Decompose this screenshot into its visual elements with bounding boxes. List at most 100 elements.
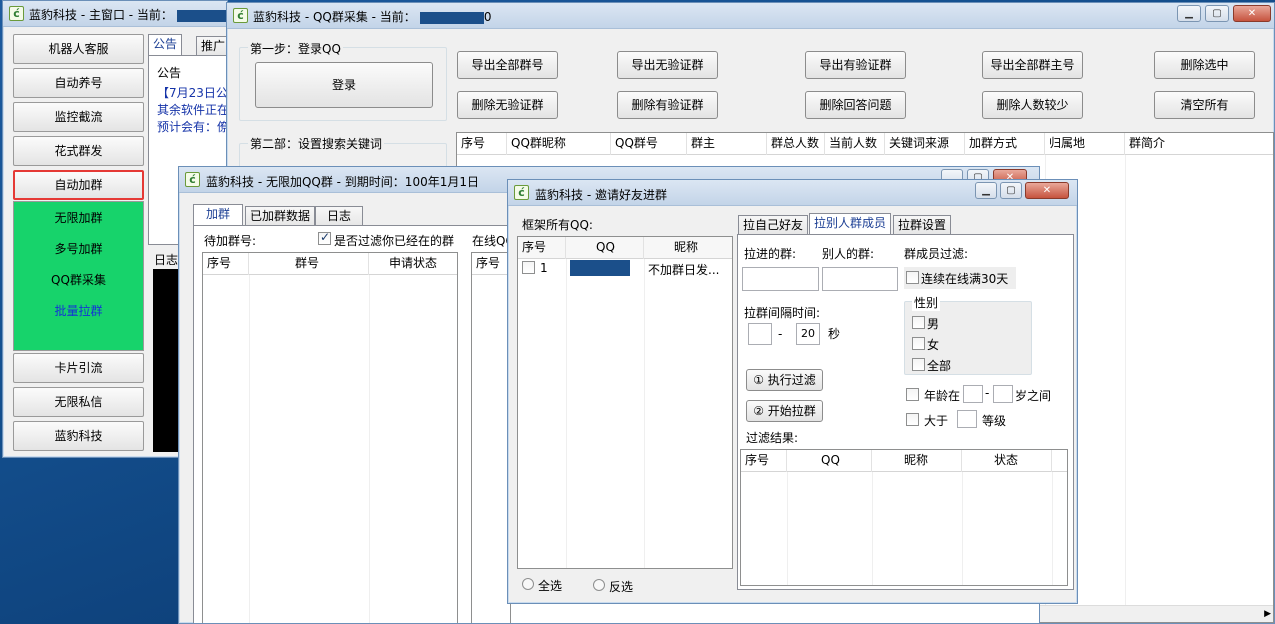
column-header[interactable]: 加群方式	[965, 133, 1045, 155]
interval-min-input[interactable]	[748, 323, 772, 345]
app-logo-icon: ć	[185, 172, 200, 187]
column-header[interactable]: QQ群号	[611, 133, 687, 155]
tab-pull-others-members[interactable]: 拉别人群成员	[809, 213, 892, 235]
maximize-icon[interactable]: ▢	[1000, 182, 1022, 199]
column-header[interactable]: QQ	[787, 450, 872, 472]
submenu-panel: 无限加群 多号加群 QQ群采集 批量拉群	[13, 201, 144, 351]
close-icon[interactable]: ✕	[1025, 182, 1069, 199]
frame-qq-table[interactable]: 序号 QQ 昵称 1 不加群日发...	[517, 236, 733, 569]
column-header[interactable]: 序号	[518, 237, 566, 259]
nav-robot-service[interactable]: 机器人客服	[13, 34, 144, 64]
tab-pull-own-friends[interactable]: 拉自己好友	[738, 215, 809, 235]
invert-radio[interactable]	[593, 579, 605, 591]
column-header[interactable]: QQ群昵称	[507, 133, 611, 155]
column-header[interactable]: 群主	[687, 133, 767, 155]
tab-notice[interactable]: 公告	[148, 34, 183, 55]
export-no-verify-button[interactable]: 导出无验证群	[617, 51, 718, 79]
close-icon[interactable]: ✕	[1233, 5, 1271, 22]
tab-log[interactable]: 日志	[315, 206, 363, 226]
column-header[interactable]: 群总人数	[767, 133, 825, 155]
pending-table[interactable]: 序号 群号 申请状态	[202, 252, 458, 623]
column-header[interactable]: 当前人数	[825, 133, 885, 155]
submenu-unlimited-join[interactable]: 无限加群	[14, 209, 143, 226]
column-header[interactable]: 序号	[457, 133, 507, 155]
column-header[interactable]: 昵称	[644, 237, 732, 259]
tab-pull-settings[interactable]: 拉群设置	[893, 215, 952, 235]
invite-window-titlebar[interactable]: ć 蓝豹科技 - 邀请好友进群 ▁ ▢ ✕	[508, 180, 1077, 206]
minimize-icon[interactable]: ▁	[1177, 5, 1201, 22]
nav-auto-nurture[interactable]: 自动养号	[13, 68, 144, 98]
select-all-radio[interactable]	[522, 578, 534, 590]
column-header[interactable]: 申请状态	[369, 253, 457, 275]
nav-fancy-broadcast[interactable]: 花式群发	[13, 136, 144, 166]
nav-auto-join-group[interactable]: 自动加群	[13, 170, 144, 200]
column-header[interactable]: 关键词来源	[885, 133, 965, 155]
other-group-input[interactable]	[822, 267, 898, 291]
delete-small-groups-button[interactable]: 删除人数较少	[982, 91, 1083, 119]
column-header[interactable]: 序号	[741, 450, 787, 472]
clear-all-button[interactable]: 清空所有	[1154, 91, 1255, 119]
delete-verify-button[interactable]: 删除有验证群	[617, 91, 718, 119]
column-divider	[566, 259, 567, 568]
submenu-batch-pull[interactable]: 批量拉群	[14, 302, 143, 319]
log-label: 日志	[154, 253, 179, 267]
level-input[interactable]	[957, 410, 977, 428]
column-header[interactable]: 序号	[472, 253, 510, 275]
age-checkbox[interactable]	[906, 388, 919, 401]
maximize-icon[interactable]: ▢	[1205, 5, 1229, 22]
submenu-multi-account-join[interactable]: 多号加群	[14, 240, 143, 257]
nav-lanbao-tech[interactable]: 蓝豹科技	[13, 421, 144, 451]
filter-joined-checkbox[interactable]	[318, 230, 331, 245]
gender-male-checkbox[interactable]	[912, 316, 925, 329]
online-qq-table[interactable]: 序号	[471, 252, 511, 623]
redacted-qq	[570, 260, 630, 276]
column-header[interactable]: 昵称	[872, 450, 962, 472]
result-table[interactable]: 序号 QQ 昵称 状态	[740, 449, 1068, 586]
export-all-groups-button[interactable]: 导出全部群号	[457, 51, 558, 79]
column-header[interactable]: 序号	[203, 253, 249, 275]
column-header[interactable]: 群号	[249, 253, 369, 275]
gender-all-checkbox[interactable]	[912, 358, 925, 371]
nav-monitor-intercept[interactable]: 监控截流	[13, 102, 144, 132]
column-divider	[787, 472, 788, 585]
column-header[interactable]: 群简介	[1125, 133, 1273, 155]
gender-female-checkbox[interactable]	[912, 337, 925, 350]
row-checkbox[interactable]	[522, 261, 535, 274]
level-checkbox[interactable]	[906, 413, 919, 426]
delete-no-verify-button[interactable]: 删除无验证群	[457, 91, 558, 119]
nav-unlimited-dm[interactable]: 无限私信	[13, 387, 144, 417]
delete-selected-button[interactable]: 删除选中	[1154, 51, 1255, 79]
start-pull-button[interactable]: ② 开始拉群	[746, 400, 823, 422]
level-prefix: 大于	[924, 414, 949, 428]
age-max-input[interactable]	[993, 385, 1013, 403]
export-all-owners-button[interactable]: 导出全部群主号	[982, 51, 1083, 79]
tab-promotion[interactable]: 推广	[196, 36, 227, 56]
export-verify-button[interactable]: 导出有验证群	[805, 51, 906, 79]
step2-label: 第二部：设置搜索关键词	[248, 135, 385, 152]
collect-window-titlebar[interactable]: ć 蓝豹科技 - QQ群采集 - 当前： 0 ▁ ▢ ✕	[227, 3, 1274, 29]
list-item[interactable]: 1 不加群日发...	[518, 259, 732, 277]
delete-answer-button[interactable]: 删除回答问题	[805, 91, 906, 119]
column-header[interactable]: QQ	[566, 237, 644, 259]
column-header[interactable]: 状态	[962, 450, 1052, 472]
target-group-input[interactable]	[742, 267, 819, 291]
app-logo-icon: ć	[514, 185, 529, 200]
age-min-input[interactable]	[963, 385, 983, 403]
scroll-right-icon[interactable]: ▶	[1264, 606, 1271, 622]
gender-all-label: 全部	[927, 359, 952, 373]
column-header[interactable]: 归属地	[1045, 133, 1125, 155]
login-button[interactable]: 登录	[255, 62, 433, 108]
online30-checkbox[interactable]	[906, 271, 919, 284]
tab-join-group[interactable]: 加群	[193, 204, 243, 226]
main-window-titlebar[interactable]: ć 蓝豹科技 - 主窗口 - 当前：	[3, 1, 227, 27]
nav-card-traffic[interactable]: 卡片引流	[13, 353, 144, 383]
tab-joined-data[interactable]: 已加群数据	[245, 206, 316, 226]
run-filter-button[interactable]: ① 执行过滤	[746, 369, 823, 391]
frame-qq-header: 序号 QQ 昵称	[518, 237, 732, 259]
submenu-qq-group-collect[interactable]: QQ群采集	[14, 271, 143, 288]
column-divider	[1125, 155, 1126, 622]
minimize-icon[interactable]: ▁	[975, 182, 997, 199]
frame-qq-label: 框架所有QQ:	[522, 218, 593, 232]
notice-line: 其余软件正在	[157, 103, 228, 117]
interval-max-input[interactable]: 20	[796, 323, 820, 345]
